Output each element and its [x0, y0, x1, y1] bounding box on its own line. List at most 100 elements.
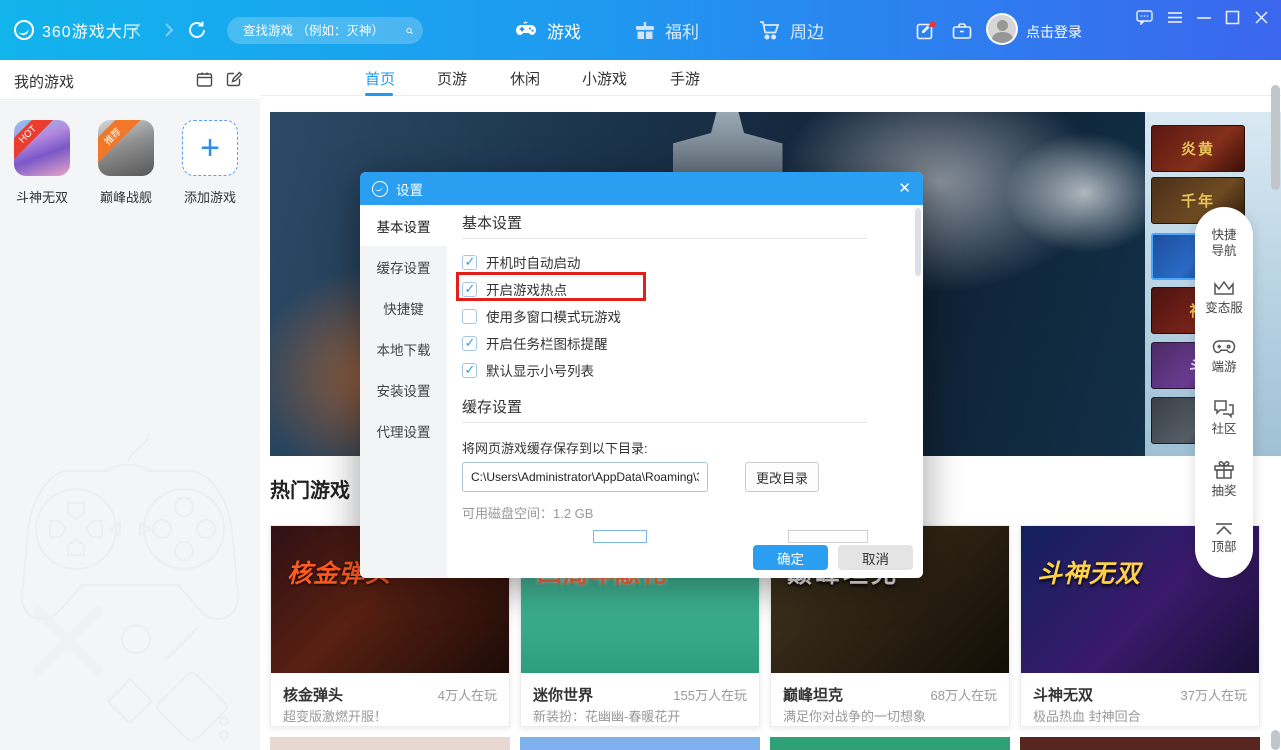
- option-autostart[interactable]: 开机时自动启动: [462, 252, 581, 272]
- add-game-tile[interactable]: +: [182, 120, 238, 176]
- menu-proxy-settings[interactable]: 代理设置: [360, 410, 447, 451]
- next-row-card-sliver: [1020, 737, 1260, 750]
- partial-input-box: [788, 530, 868, 543]
- nav-shop-label: 周边: [790, 18, 824, 43]
- change-dir-button[interactable]: 更改目录: [745, 462, 819, 492]
- game-tile-label: 斗神无双: [14, 187, 70, 206]
- quicknav-shortcut[interactable]: 快捷 导航: [1195, 227, 1253, 260]
- game-card-subtitle: 新装扮：花幽幽-春暖花开: [533, 706, 680, 725]
- cancel-button[interactable]: 取消: [838, 545, 913, 570]
- game-tile-dianfengzhanjian[interactable]: 推荐: [98, 120, 154, 176]
- message-note-icon[interactable]: [916, 22, 935, 41]
- tab-mobile[interactable]: 手游: [670, 68, 700, 89]
- cache-dir-input[interactable]: [462, 462, 708, 492]
- quicknav-label: 社区: [1195, 421, 1253, 437]
- quicknav-label: 端游: [1195, 359, 1253, 375]
- game-card-subtitle: 满足你对战争的一切想象: [783, 706, 926, 725]
- quicknav-duanyou[interactable]: 端游: [1195, 339, 1253, 375]
- feedback-icon[interactable]: [1136, 10, 1153, 25]
- game-card-title: 巅峰坦克: [783, 684, 843, 705]
- search-box[interactable]: [227, 17, 423, 44]
- next-row-card-sliver: [770, 737, 1010, 750]
- category-tab-bar: 首页 页游 休闲 小游戏 手游: [260, 60, 1281, 96]
- option-multiwindow[interactable]: 使用多窗口模式玩游戏: [462, 306, 621, 326]
- menu-install-settings[interactable]: 安装设置: [360, 369, 447, 410]
- nav-games[interactable]: 游戏: [514, 0, 581, 60]
- gamepad-watermark: [8, 431, 252, 747]
- dialog-menu: 基本设置 缓存设置 快捷键 本地下载 安装设置 代理设置: [360, 205, 447, 578]
- option-taskbar-reminder[interactable]: 开启任务栏图标提醒: [462, 333, 608, 353]
- toolbox-icon[interactable]: [952, 22, 972, 41]
- dialog-header: 设置 ✕: [360, 172, 923, 205]
- divider: [462, 422, 867, 423]
- checkbox-checked[interactable]: [462, 363, 477, 378]
- my-games-panel: HOT 斗神无双 推荐 巅峰战舰 + 添加游戏: [0, 101, 260, 750]
- menu-cache-settings[interactable]: 缓存设置: [360, 246, 447, 287]
- nav-welfare[interactable]: 福利: [634, 0, 699, 60]
- menu-local-download[interactable]: 本地下载: [360, 328, 447, 369]
- dialog-close-icon[interactable]: ✕: [898, 179, 911, 197]
- page-scrollbar-thumb[interactable]: [1271, 85, 1280, 190]
- menu-icon[interactable]: [1166, 10, 1184, 25]
- partial-input-box: [593, 530, 647, 543]
- side-thumb-label: 千年: [1181, 190, 1215, 211]
- app-logo: 360游戏大厅: [14, 18, 140, 42]
- red-highlight-box: [456, 272, 646, 301]
- quicknav-label: 顶部: [1195, 539, 1253, 555]
- edit-icon[interactable]: [226, 71, 243, 88]
- checkbox-checked[interactable]: [462, 336, 477, 351]
- checkbox-unchecked[interactable]: [462, 309, 477, 324]
- ok-button[interactable]: 确定: [753, 545, 828, 570]
- game-card-players: 37万人在玩: [1181, 685, 1247, 704]
- search-icon[interactable]: [406, 24, 413, 38]
- cache-dir-label: 将网页游戏缓存保存到以下目录:: [462, 438, 648, 457]
- top-bar: 360游戏大厅 游戏 福利 周边 点击登录: [0, 0, 1281, 60]
- quicknav-biantaifu[interactable]: 变态服: [1195, 279, 1253, 316]
- avatar[interactable]: [986, 13, 1018, 45]
- close-icon[interactable]: [1254, 10, 1269, 25]
- next-row-card-sliver: [520, 737, 760, 750]
- game-card-title: 斗神无双: [1033, 684, 1093, 705]
- tab-casual[interactable]: 休闲: [510, 68, 540, 89]
- nav-games-label: 游戏: [547, 18, 581, 43]
- game-card-subtitle: 极品热血 封神回合: [1033, 706, 1141, 725]
- login-button[interactable]: 点击登录: [1026, 22, 1082, 42]
- dialog-scrollbar-thumb[interactable]: [915, 208, 921, 276]
- dialog-logo-icon: [372, 181, 388, 197]
- game-card-players: 155万人在玩: [673, 685, 747, 704]
- game-tile-doushenwushuang[interactable]: HOT: [14, 120, 70, 176]
- archive-icon[interactable]: [196, 71, 213, 88]
- quicknav-lottery[interactable]: 抽奖: [1195, 460, 1253, 499]
- hot-badge: HOT: [14, 120, 57, 163]
- forward-icon[interactable]: [158, 20, 178, 40]
- menu-basic-settings[interactable]: 基本设置: [360, 205, 447, 246]
- option-alt-account-list[interactable]: 默认显示小号列表: [462, 360, 594, 380]
- hot-games-title: 热门游戏: [270, 474, 350, 503]
- minimize-icon[interactable]: [1196, 16, 1212, 20]
- app-window: 360游戏大厅 游戏 福利 周边 点击登录: [0, 0, 1281, 750]
- arrow-top-icon: [1214, 522, 1234, 536]
- logo-icon: [14, 20, 34, 40]
- side-thumb-banner[interactable]: 炎黄: [1151, 125, 1245, 172]
- quicknav-community[interactable]: 社区: [1195, 399, 1253, 437]
- search-input[interactable]: [241, 23, 406, 39]
- quicknav-back-to-top[interactable]: 顶部: [1195, 522, 1253, 555]
- maximize-icon[interactable]: [1225, 10, 1240, 25]
- page-scrollbar-bottom[interactable]: [1271, 730, 1280, 750]
- tab-minigames[interactable]: 小游戏: [582, 68, 627, 89]
- back-icon[interactable]: [128, 20, 148, 40]
- tab-webgames[interactable]: 页游: [437, 68, 467, 89]
- game-tile-label: 巅峰战舰: [98, 187, 154, 206]
- tab-home[interactable]: 首页: [365, 68, 395, 89]
- option-label: 默认显示小号列表: [486, 360, 594, 380]
- avatar-body: [992, 32, 1013, 45]
- option-label: 开启任务栏图标提醒: [486, 333, 608, 353]
- option-label: 开机时自动启动: [486, 252, 581, 272]
- cart-icon: [757, 18, 781, 42]
- nav-welfare-label: 福利: [665, 18, 699, 43]
- gamepad-icon: [1212, 339, 1236, 356]
- menu-hotkeys[interactable]: 快捷键: [360, 287, 447, 328]
- nav-shop[interactable]: 周边: [757, 0, 824, 60]
- checkbox-checked[interactable]: [462, 255, 477, 270]
- refresh-icon[interactable]: [186, 19, 208, 41]
